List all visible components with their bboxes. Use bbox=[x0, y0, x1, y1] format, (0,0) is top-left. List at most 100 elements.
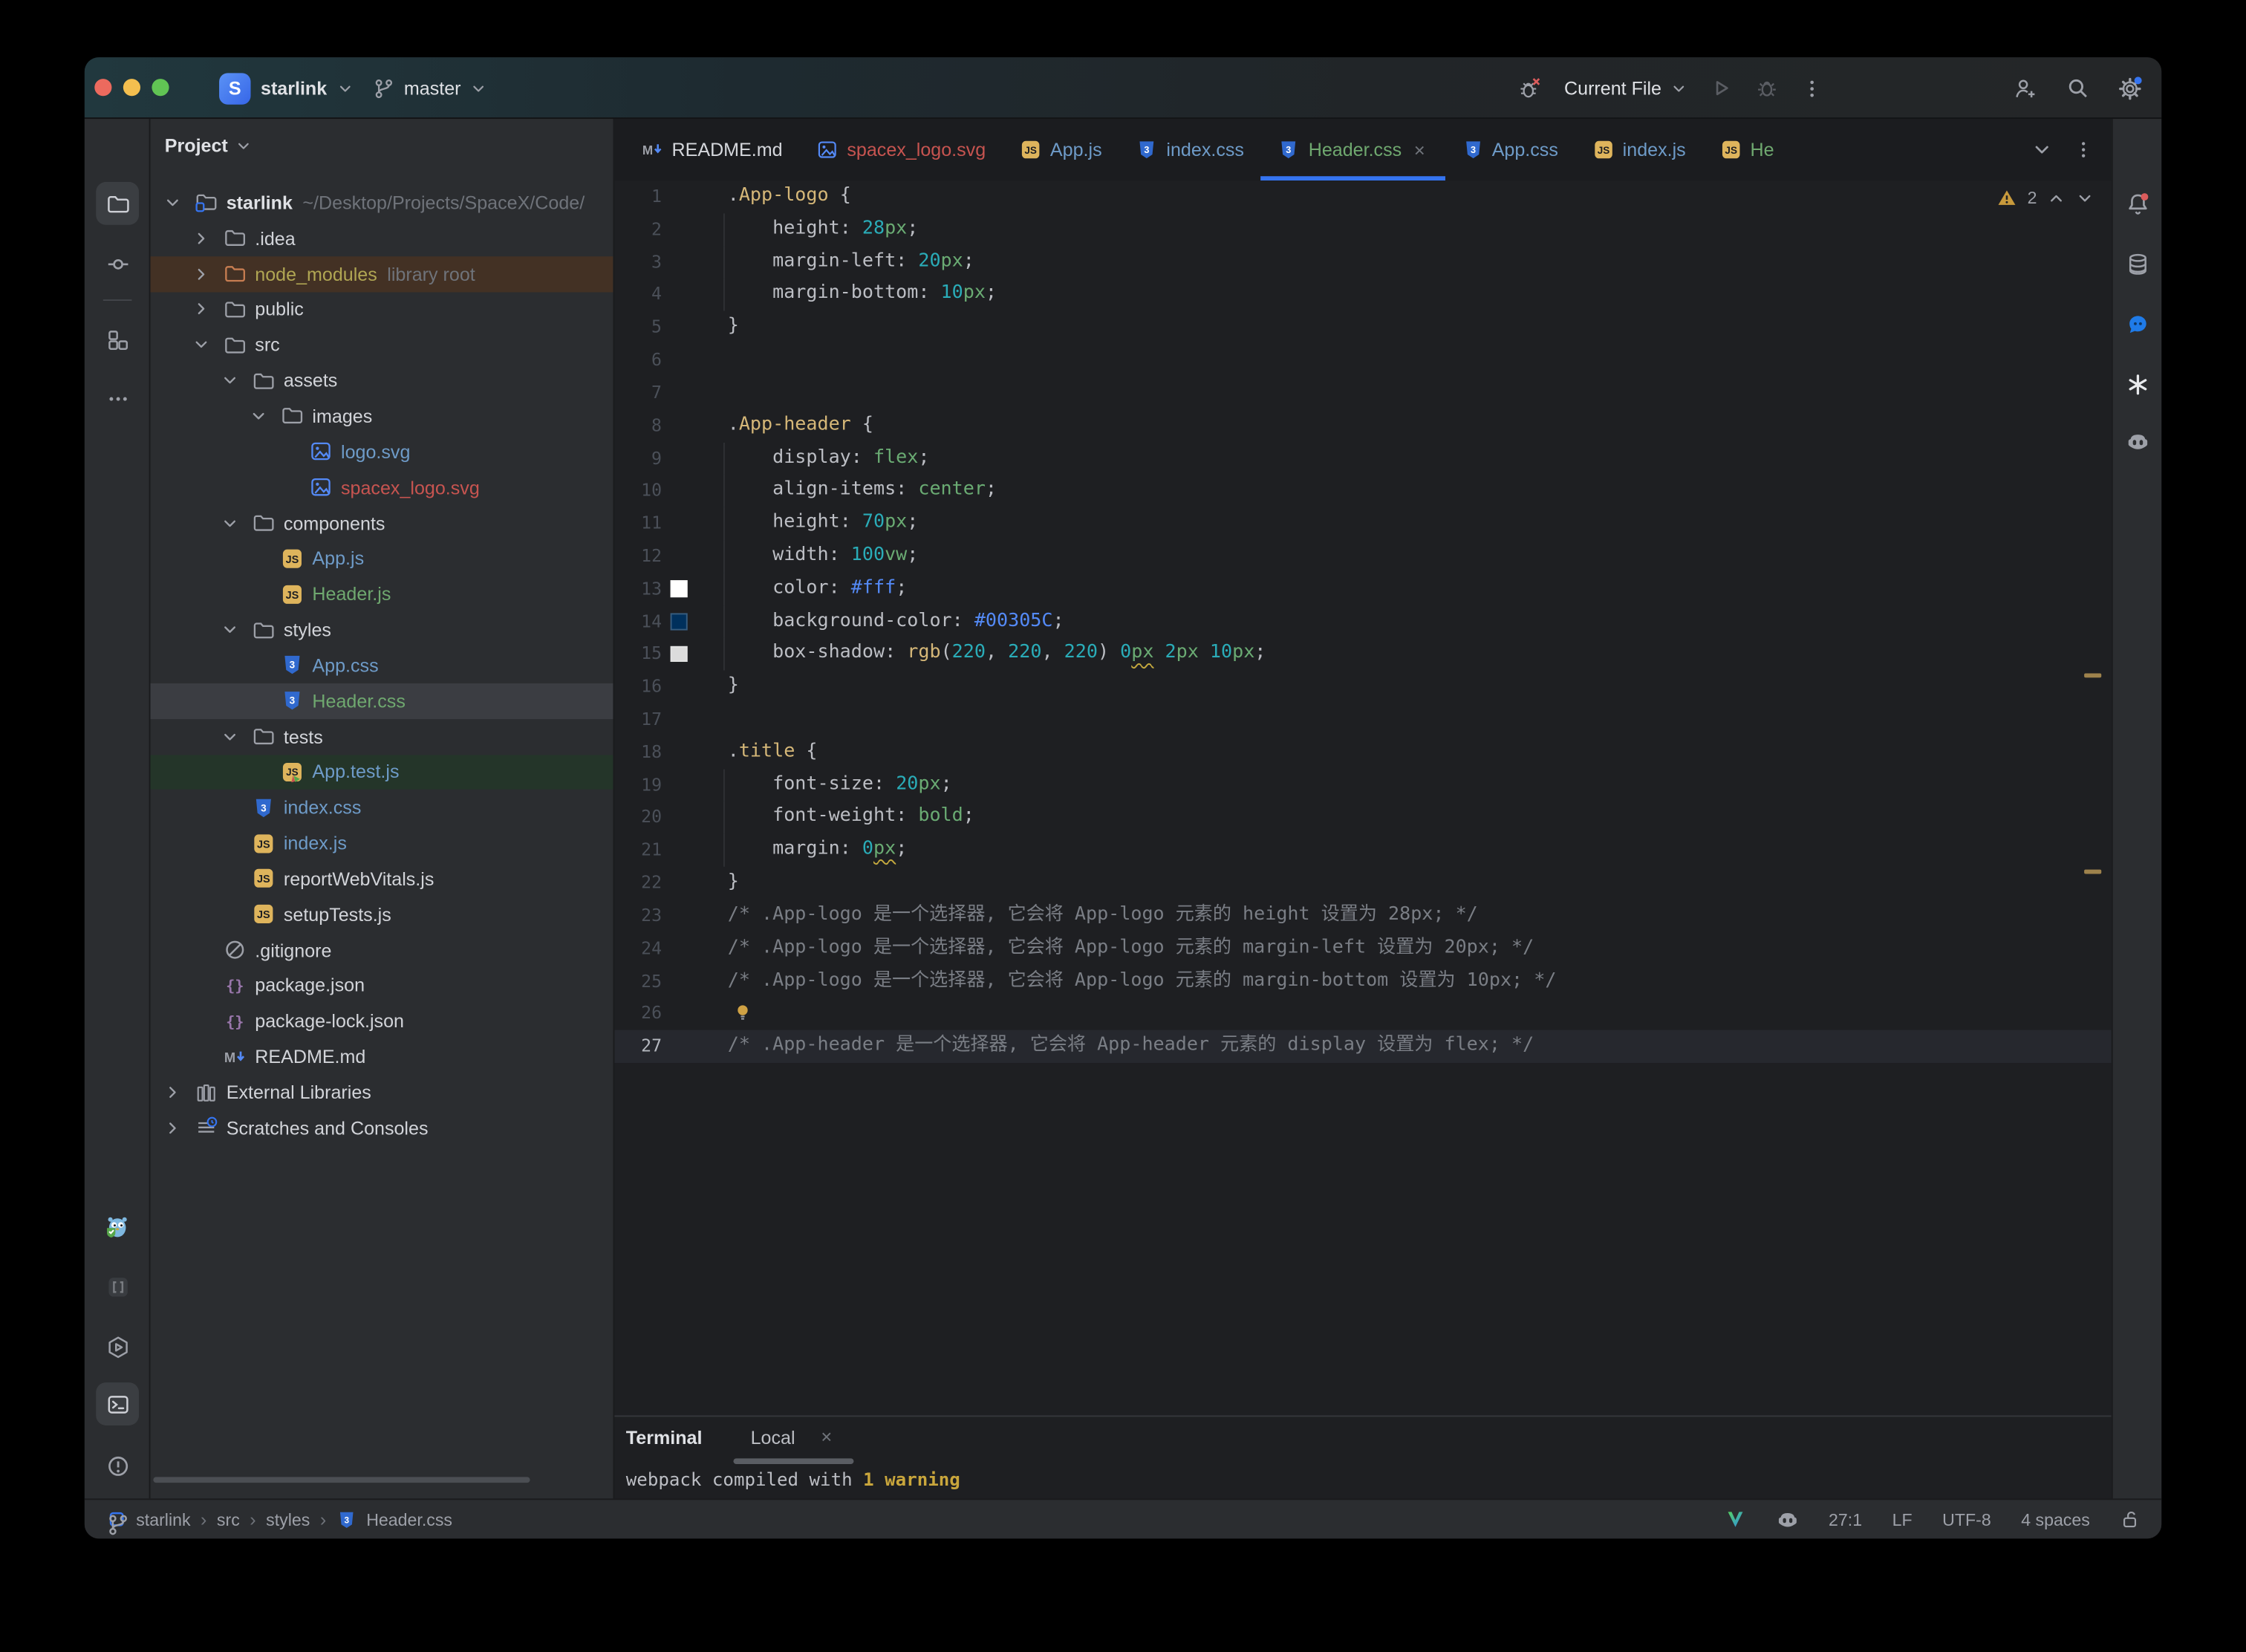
debug-disconnect-icon[interactable] bbox=[1517, 75, 1543, 101]
tree-item-tests[interactable]: tests bbox=[151, 718, 613, 754]
code-line-27[interactable]: 27 /* .App-header 是一个选择器, 它会将 App-header … bbox=[614, 1030, 2112, 1063]
close-icon[interactable] bbox=[818, 1428, 835, 1446]
minimize-window-button[interactable] bbox=[123, 79, 141, 97]
project-panel-header[interactable]: Project bbox=[165, 134, 253, 156]
lock-open-icon[interactable] bbox=[2120, 1509, 2141, 1530]
tree-item-gitignore[interactable]: .gitignore bbox=[151, 932, 613, 968]
search-icon[interactable] bbox=[2066, 76, 2090, 100]
color-swatch[interactable] bbox=[670, 645, 687, 663]
tree-item-styles[interactable]: styles bbox=[151, 612, 613, 648]
code-line-15[interactable]: 15 box-shadow: rgb(220, 220, 220) 0px 2p… bbox=[614, 637, 2111, 671]
chevron-down-icon[interactable] bbox=[250, 407, 281, 426]
code-with-me-icon[interactable] bbox=[2013, 75, 2039, 101]
tree-item-assets[interactable]: assets bbox=[151, 362, 613, 398]
tree-item-external-libraries[interactable]: External Libraries bbox=[151, 1075, 613, 1110]
tool-button-project[interactable] bbox=[96, 181, 140, 225]
chevron-right-icon[interactable] bbox=[192, 300, 223, 319]
run-icon[interactable] bbox=[1709, 76, 1734, 100]
code-line-16[interactable]: 16} bbox=[614, 671, 2111, 703]
tree-item-reportwebvitals-js[interactable]: JS reportWebVitals.js bbox=[151, 861, 613, 897]
warning-stripe[interactable] bbox=[2084, 869, 2102, 874]
tree-item-header-js[interactable]: JS Header.js bbox=[151, 576, 613, 612]
chevron-up-icon[interactable] bbox=[2047, 189, 2066, 207]
chevron-down-icon[interactable] bbox=[192, 336, 223, 354]
color-swatch[interactable] bbox=[670, 613, 687, 630]
chevron-down-icon[interactable] bbox=[221, 620, 252, 639]
tree-item-package-json[interactable]: {} package.json bbox=[151, 968, 613, 1004]
code-line-7[interactable]: 7 bbox=[614, 377, 2111, 409]
tab-header-css[interactable]: 3 Header.css bbox=[1261, 119, 1445, 181]
tool-button-notifications[interactable] bbox=[2117, 183, 2157, 224]
tree-item-index-css[interactable]: 3 index.css bbox=[151, 790, 613, 825]
code-line-21[interactable]: 21 margin: 0px; bbox=[614, 833, 2111, 867]
code-line-2[interactable]: 2 height: 28px; bbox=[614, 212, 2111, 246]
tool-button-brackets[interactable] bbox=[96, 1265, 139, 1308]
code-line-1[interactable]: 1 .App-logo { bbox=[614, 181, 2111, 213]
tab-he[interactable]: JS He bbox=[1703, 119, 1783, 181]
close-window-button[interactable] bbox=[94, 79, 112, 97]
more-tabs-icon[interactable] bbox=[2073, 139, 2094, 160]
tree-item-readme-md[interactable]: M README.md bbox=[151, 1039, 613, 1075]
chevron-right-icon[interactable] bbox=[192, 229, 223, 247]
code-line-5[interactable]: 5} bbox=[614, 311, 2111, 344]
code-line-6[interactable]: 6 bbox=[614, 344, 2111, 377]
code-line-22[interactable]: 22} bbox=[614, 867, 2111, 900]
horizontal-scrollbar[interactable] bbox=[153, 1477, 530, 1483]
tree-item-idea[interactable]: .idea bbox=[151, 221, 613, 256]
chevron-down-icon[interactable] bbox=[221, 727, 252, 746]
tree-item-header-css[interactable]: 3 Header.css bbox=[150, 683, 613, 719]
breadcrumb-item[interactable]: starlink bbox=[136, 1509, 190, 1529]
tool-button-commit[interactable] bbox=[96, 242, 139, 285]
code-line-23[interactable]: 23 /* .App-logo 是一个选择器, 它会将 App-logo 元素的 … bbox=[614, 900, 2111, 932]
code-line-13[interactable]: 13 color: #fff; bbox=[614, 572, 2111, 605]
chevron-down-icon[interactable] bbox=[221, 513, 252, 532]
tree-item-node-modules[interactable]: node_modules library root bbox=[150, 256, 613, 292]
tool-button-terminal[interactable] bbox=[96, 1382, 140, 1425]
tool-button-problems[interactable] bbox=[96, 1444, 139, 1487]
chevron-down-icon[interactable] bbox=[2031, 139, 2053, 160]
tree-item-app-css[interactable]: 3 App.css bbox=[151, 648, 613, 683]
tree-item-src[interactable]: src bbox=[151, 327, 613, 362]
indent-setting[interactable]: 4 spaces bbox=[2021, 1509, 2090, 1529]
project-switcher[interactable]: S starlink bbox=[219, 57, 354, 119]
tab-readme-md[interactable]: M README.md bbox=[625, 119, 800, 181]
tool-button-structure[interactable] bbox=[96, 318, 139, 361]
code-line-3[interactable]: 3 margin-left: 20px; bbox=[614, 245, 2111, 279]
code-line-26[interactable]: 26 bbox=[614, 998, 2111, 1030]
inspections-widget[interactable]: 2 bbox=[1997, 188, 2094, 208]
chevron-right-icon[interactable] bbox=[192, 264, 223, 283]
line-ending[interactable]: LF bbox=[1892, 1509, 1913, 1529]
close-icon[interactable] bbox=[1410, 141, 1428, 158]
breadcrumb-item[interactable]: styles bbox=[266, 1509, 310, 1529]
tool-button-go-plugin[interactable] bbox=[96, 1206, 139, 1249]
code-line-17[interactable]: 17 bbox=[614, 703, 2111, 736]
tree-item-setuptests-js[interactable]: JS setupTests.js bbox=[151, 897, 613, 932]
branch-switcher[interactable]: master bbox=[372, 57, 486, 119]
chevron-down-icon[interactable] bbox=[221, 371, 252, 390]
tree-item-package-lock-json[interactable]: {} package-lock.json bbox=[151, 1004, 613, 1039]
tab-spacex-logo-svg[interactable]: spacex_logo.svg bbox=[800, 119, 1003, 181]
tab-index-js[interactable]: JS index.js bbox=[1575, 119, 1703, 181]
caret-position[interactable]: 27:1 bbox=[1829, 1509, 1862, 1529]
tool-button-git-branch[interactable] bbox=[96, 1503, 139, 1538]
tree-item-starlink[interactable]: starlink ~/Desktop/Projects/SpaceX/Code/ bbox=[151, 185, 613, 221]
tool-button-openai[interactable] bbox=[2117, 364, 2157, 404]
tree-item-images[interactable]: images bbox=[151, 398, 613, 434]
code-editor[interactable]: 1 .App-logo {2 height: 28px; 3 margin-left… bbox=[614, 181, 2112, 1415]
chevron-right-icon[interactable] bbox=[163, 1083, 195, 1102]
code-line-14[interactable]: 14 background-color: #00305C; bbox=[614, 605, 2111, 638]
copilot-status-icon[interactable] bbox=[1776, 1508, 1799, 1531]
terminal-tab-local[interactable]: Local bbox=[751, 1427, 795, 1448]
tool-button-copilot[interactable] bbox=[2117, 421, 2157, 461]
code-line-10[interactable]: 10 align-items: center; bbox=[614, 474, 2111, 507]
code-line-20[interactable]: 20 font-weight: bold; bbox=[614, 801, 2111, 834]
code-line-18[interactable]: 18 .title { bbox=[614, 736, 2111, 769]
chevron-right-icon[interactable] bbox=[163, 1119, 195, 1137]
tool-button-services[interactable] bbox=[96, 1325, 139, 1368]
breadcrumb-item[interactable]: Header.css bbox=[366, 1509, 452, 1529]
color-swatch[interactable] bbox=[670, 580, 687, 597]
tree-item-index-js[interactable]: JS index.js bbox=[151, 825, 613, 861]
more-actions-icon[interactable] bbox=[1800, 77, 1823, 100]
chevron-down-icon[interactable] bbox=[2076, 189, 2094, 207]
code-line-19[interactable]: 19 font-size: 20px; bbox=[614, 768, 2111, 801]
